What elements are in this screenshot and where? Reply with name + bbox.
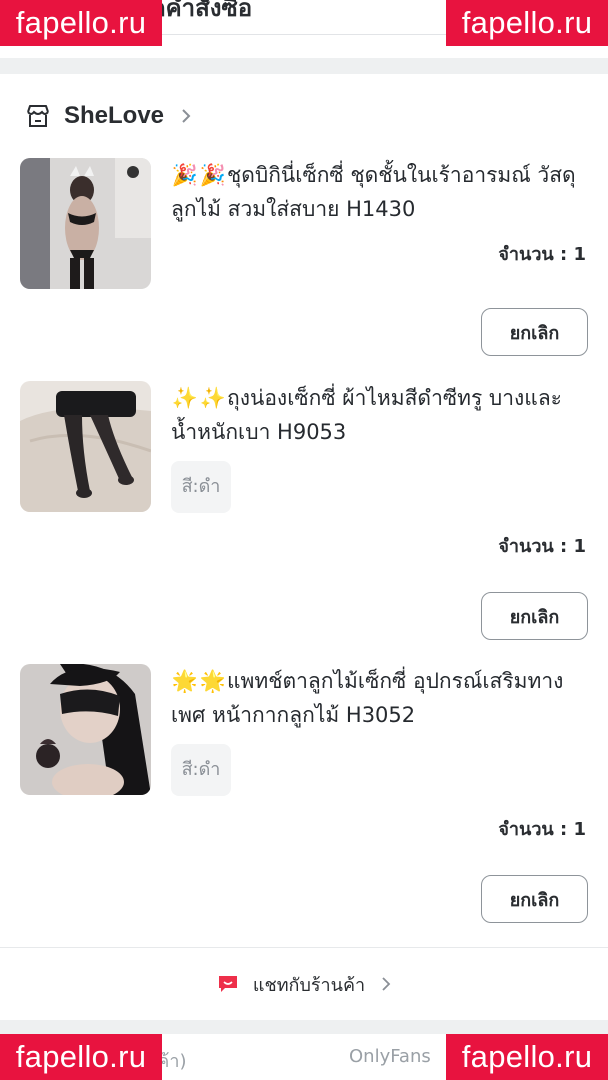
- watermark-badge: fapello.ru: [0, 0, 162, 46]
- quantity-label: จำนวน : 1: [498, 244, 586, 265]
- order-item[interactable]: 🌟🌟แพทช์ตาลูกไม้เซ็กซี่ อุปกรณ์เสริมทางเพ…: [0, 664, 608, 947]
- cancel-button[interactable]: ยกเลิก: [481, 592, 588, 640]
- quantity-label: จำนวน : 1: [498, 536, 586, 557]
- product-title[interactable]: 🌟🌟แพทช์ตาลูกไม้เซ็กซี่ อุปกรณ์เสริมทางเพ…: [171, 664, 581, 732]
- chevron-right-icon: [382, 977, 391, 991]
- product-title[interactable]: 🎉🎉ชุดบิกินี่เซ็กซี่ ชุดชั้นในเร้าอารมณ์ …: [171, 158, 581, 226]
- sparkles-icon: ✨: [199, 386, 227, 410]
- party-popper-icon: 🎉: [171, 163, 199, 187]
- page-title: ดคำสั่งซื้อ: [150, 0, 253, 22]
- watermark-badge: fapello.ru: [0, 1034, 162, 1080]
- chevron-right-icon: [182, 109, 191, 123]
- product-title-text: ชุดบิกินี่เซ็กซี่ ชุดชั้นในเร้าอารมณ์ วั…: [171, 163, 576, 221]
- chat-bubble-icon: [218, 976, 237, 992]
- cancel-button[interactable]: ยกเลิก: [481, 308, 588, 356]
- order-item[interactable]: ✨✨ถุงน่องเซ็กซี่ ผ้าไหมสีดำซีทรู บางและน…: [0, 381, 608, 664]
- glowing-star-icon: 🌟: [171, 669, 199, 693]
- watermark-badge: fapello.ru: [446, 0, 608, 46]
- product-title[interactable]: ✨✨ถุงน่องเซ็กซี่ ผ้าไหมสีดำซีทรู บางและน…: [171, 381, 581, 449]
- product-thumbnail[interactable]: [20, 158, 151, 289]
- chat-with-shop-button[interactable]: แชทกับร้านค้า: [0, 960, 608, 1008]
- watermark-badge: fapello.ru: [446, 1034, 608, 1080]
- bottom-right-text: OnlyFans: [349, 1046, 431, 1067]
- variant-chip: สี:ดำ: [171, 461, 231, 513]
- section-separator: [0, 58, 608, 74]
- section-divider: [0, 947, 608, 948]
- product-title-text: ถุงน่องเซ็กซี่ ผ้าไหมสีดำซีทรู บางและน้ำ…: [171, 386, 562, 444]
- product-title-text: แพทช์ตาลูกไม้เซ็กซี่ อุปกรณ์เสริมทางเพศ …: [171, 669, 564, 727]
- product-thumbnail[interactable]: [20, 664, 151, 795]
- shop-link[interactable]: SheLove: [24, 98, 192, 134]
- product-thumbnail[interactable]: [20, 381, 151, 512]
- shop-name: SheLove: [64, 102, 165, 129]
- cancel-button[interactable]: ยกเลิก: [481, 875, 588, 923]
- glowing-star-icon: 🌟: [199, 669, 227, 693]
- quantity-label: จำนวน : 1: [498, 819, 586, 840]
- order-detail-page: ดคำสั่งซื้อ SheLove 🎉🎉ชุดบิกินี่เซ็กซี่ …: [0, 0, 608, 1080]
- store-icon: [27, 105, 49, 127]
- chat-label: แชทกับร้านค้า: [252, 974, 366, 996]
- sparkles-icon: ✨: [171, 386, 199, 410]
- variant-chip: สี:ดำ: [171, 744, 231, 796]
- section-separator: [0, 1020, 608, 1034]
- party-popper-icon: 🎉: [199, 163, 227, 187]
